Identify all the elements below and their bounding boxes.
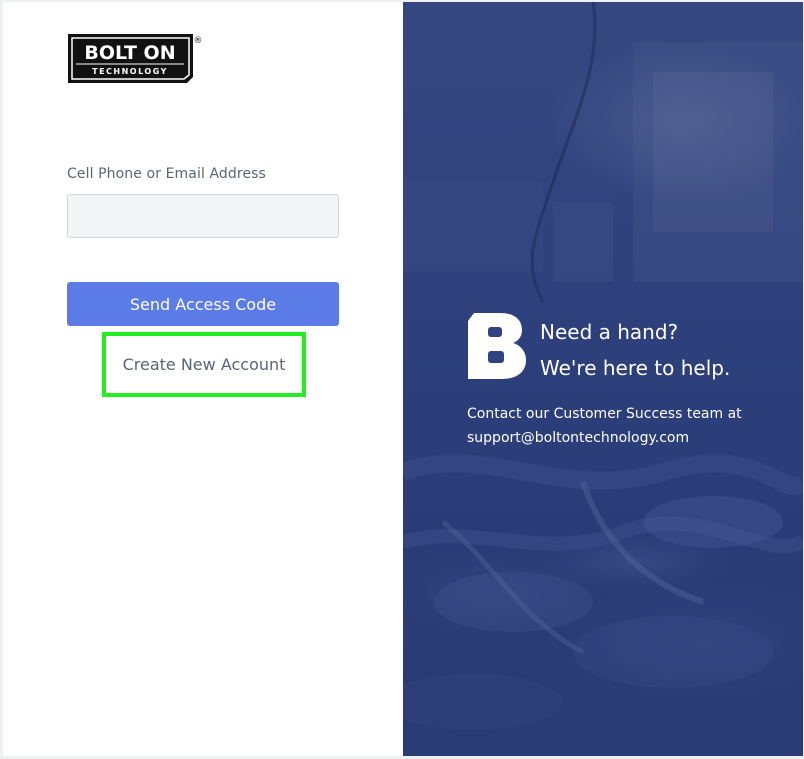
help-contact-text: Contact our Customer Success team at sup… — [467, 402, 742, 450]
logo-subtitle: TECHNOLOGY — [92, 67, 168, 76]
support-email: support@boltontechnology.com — [467, 430, 690, 446]
send-access-code-button[interactable]: Send Access Code — [67, 282, 339, 326]
login-panel: BOLT ON TECHNOLOGY ® Cell Phone or Email… — [3, 2, 403, 756]
help-heading-line-2: We're here to help. — [540, 356, 731, 380]
phone-email-label: Cell Phone or Email Address — [67, 166, 266, 182]
bolt-on-technology-logo: BOLT ON TECHNOLOGY ® — [68, 34, 203, 83]
help-heading: Need a hand? We're here to help. — [540, 314, 730, 386]
phone-email-input[interactable] — [67, 194, 339, 238]
create-new-account-button[interactable]: Create New Account — [102, 332, 306, 397]
logo-registered-mark: ® — [194, 36, 203, 46]
help-heading-line-1: Need a hand? — [540, 320, 679, 344]
help-contact-line-1: Contact our Customer Success team at — [467, 406, 742, 422]
help-panel: Need a hand? We're here to help. Contact… — [403, 2, 803, 756]
bolt-b-icon — [466, 313, 526, 379]
logo-word: BOLT ON — [84, 42, 175, 64]
login-page: BOLT ON TECHNOLOGY ® Cell Phone or Email… — [3, 2, 803, 756]
